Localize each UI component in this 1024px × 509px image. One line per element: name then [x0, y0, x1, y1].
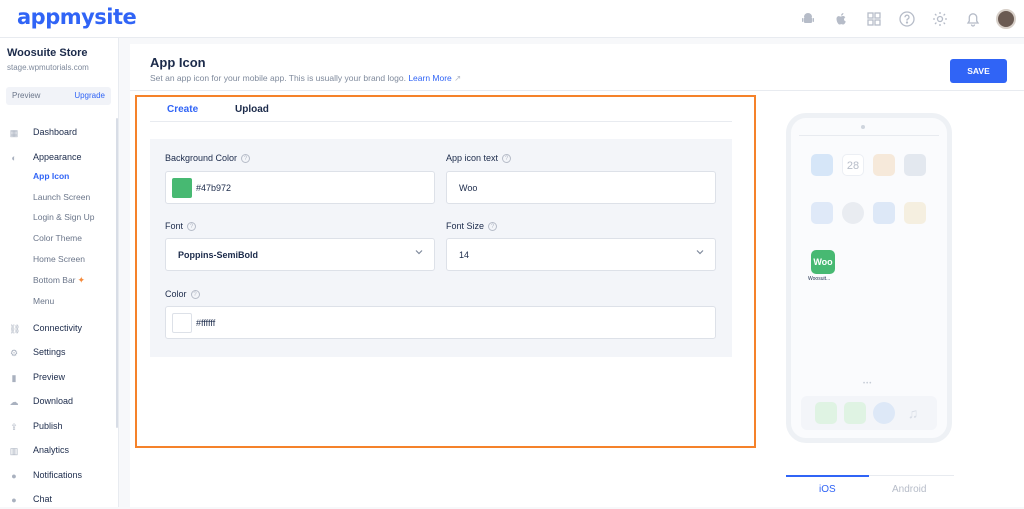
- preview-link[interactable]: Preview: [12, 91, 40, 100]
- bell-icon: ●: [11, 471, 17, 481]
- chart-icon: ▥: [9, 446, 19, 456]
- phone-preview: 28 Woo Woosuit... ••• ♫: [786, 113, 952, 443]
- learn-more-link[interactable]: Learn More: [408, 73, 451, 83]
- sidebar-sub-app-icon[interactable]: App Icon: [33, 171, 69, 181]
- video-app-icon: [904, 154, 926, 176]
- background-color-label: Background Color?: [165, 153, 251, 164]
- sidebar-sub-menu[interactable]: Menu: [33, 296, 54, 306]
- top-bar: appmysite: [0, 0, 1024, 38]
- app-icon-text-label: App icon text?: [446, 153, 512, 164]
- sparkle-icon: ✦: [77, 275, 86, 285]
- weather-app-icon: [811, 154, 833, 176]
- phone-app-icon: [844, 402, 866, 424]
- gear-icon: ⚙: [9, 348, 19, 358]
- background-color-swatch[interactable]: [172, 178, 192, 198]
- os-tab-bar: iOS Android: [786, 475, 954, 507]
- chat-icon: ●: [11, 495, 17, 505]
- help-icon[interactable]: ?: [187, 222, 197, 232]
- phone-icon: ▮: [11, 373, 17, 383]
- sidebar-item-download[interactable]: ☁ Download: [0, 393, 119, 411]
- tab-ios[interactable]: iOS: [819, 484, 836, 495]
- sidebar-item-preview[interactable]: ▮ Preview: [0, 369, 119, 387]
- link-icon: ⛓: [9, 324, 21, 334]
- os-tab-indicator: [786, 475, 869, 477]
- store-url: stage.wpmutorials.com: [7, 63, 89, 72]
- sidebar-sub-login-signup[interactable]: Login & Sign Up: [33, 212, 94, 222]
- mail-app-icon: [873, 202, 895, 224]
- photos-app-icon: [873, 154, 895, 176]
- bell-icon[interactable]: [962, 8, 984, 30]
- font-select[interactable]: Poppins-SemiBold: [165, 238, 435, 271]
- help-icon[interactable]: ?: [241, 154, 251, 164]
- app-logo[interactable]: appmysite: [17, 5, 137, 29]
- sidebar-item-dashboard[interactable]: ▦ Dashboard: [0, 124, 119, 142]
- help-icon[interactable]: ?: [190, 290, 200, 300]
- sidebar-item-appearance[interactable]: ◐ Appearance: [0, 149, 119, 167]
- color-field[interactable]: #ffffff: [165, 306, 716, 339]
- background-color-field[interactable]: #47b972: [165, 171, 435, 204]
- notes-app-icon: [904, 202, 926, 224]
- sidebar-item-connectivity[interactable]: ⛓ Connectivity: [0, 320, 119, 338]
- chevron-down-icon: [696, 250, 704, 255]
- help-icon[interactable]: ?: [488, 222, 498, 232]
- cloud-icon: ☁: [9, 397, 19, 407]
- dashboard-icon: ▦: [9, 128, 19, 138]
- sidebar-item-analytics[interactable]: ▥ Analytics: [0, 442, 119, 460]
- help-icon[interactable]: [896, 8, 918, 30]
- woo-app-label: Woosuit...: [808, 276, 831, 282]
- header-divider: [130, 90, 1024, 91]
- woo-app-icon: Woo: [811, 250, 835, 274]
- page-dots: •••: [863, 381, 873, 387]
- help-icon[interactable]: ?: [502, 154, 512, 164]
- form-panel: Background Color? #47b972 App icon text?…: [150, 139, 732, 357]
- sidebar-sub-bottom-bar[interactable]: Bottom Bar ✦: [33, 275, 85, 286]
- page-title: App Icon: [150, 55, 206, 70]
- app-store-icon: [811, 202, 833, 224]
- music-app-icon: ♫: [907, 405, 919, 421]
- sidebar-sub-home-screen[interactable]: Home Screen: [33, 254, 85, 264]
- palette-icon: ◐: [11, 153, 17, 163]
- tab-android[interactable]: Android: [892, 484, 926, 495]
- top-icons: [786, 8, 1016, 30]
- android-icon[interactable]: [797, 8, 819, 30]
- tab-create[interactable]: Create: [167, 104, 198, 115]
- sidebar-sub-launch-screen[interactable]: Launch Screen: [33, 192, 90, 202]
- color-swatch[interactable]: [172, 313, 192, 333]
- sidebar-scrollbar[interactable]: [116, 118, 118, 428]
- phone-status-line: [799, 135, 939, 136]
- sidebar: Woosuite Store stage.wpmutorials.com Pre…: [0, 38, 119, 507]
- safari-app-icon: [873, 402, 895, 424]
- external-link-icon: ↗: [454, 73, 462, 83]
- preview-upgrade-box: Preview Upgrade: [6, 87, 111, 105]
- page-subtitle: Set an app icon for your mobile app. Thi…: [150, 73, 462, 83]
- tab-upload[interactable]: Upload: [235, 104, 269, 115]
- font-size-select[interactable]: 14: [446, 238, 716, 271]
- clock-app-icon: [842, 202, 864, 224]
- save-button[interactable]: SAVE: [950, 59, 1007, 83]
- font-size-label: Font Size?: [446, 221, 498, 232]
- font-label: Font?: [165, 221, 197, 232]
- sidebar-sub-color-theme[interactable]: Color Theme: [33, 233, 82, 243]
- apple-icon[interactable]: [830, 8, 852, 30]
- upload-icon: ⇪: [10, 422, 18, 432]
- app-icon-text-input[interactable]: Woo: [446, 171, 716, 204]
- sidebar-item-notifications[interactable]: ● Notifications: [0, 467, 119, 485]
- calendar-app-icon: 28: [842, 154, 864, 176]
- sidebar-item-settings[interactable]: ⚙ Settings: [0, 344, 119, 362]
- camera-dot: [861, 125, 865, 129]
- grid-icon[interactable]: [863, 8, 885, 30]
- upgrade-link[interactable]: Upgrade: [74, 91, 105, 100]
- chevron-down-icon: [415, 250, 423, 255]
- settings-icon[interactable]: [929, 8, 951, 30]
- store-name: Woosuite Store: [7, 47, 88, 59]
- avatar[interactable]: [996, 9, 1016, 29]
- phone-dock: ♫: [801, 396, 937, 430]
- sidebar-item-publish[interactable]: ⇪ Publish: [0, 418, 119, 436]
- sidebar-item-chat[interactable]: ● Chat: [0, 491, 119, 509]
- messages-app-icon: [815, 402, 837, 424]
- color-label: Color?: [165, 289, 200, 300]
- tab-bar: Create Upload: [150, 98, 732, 122]
